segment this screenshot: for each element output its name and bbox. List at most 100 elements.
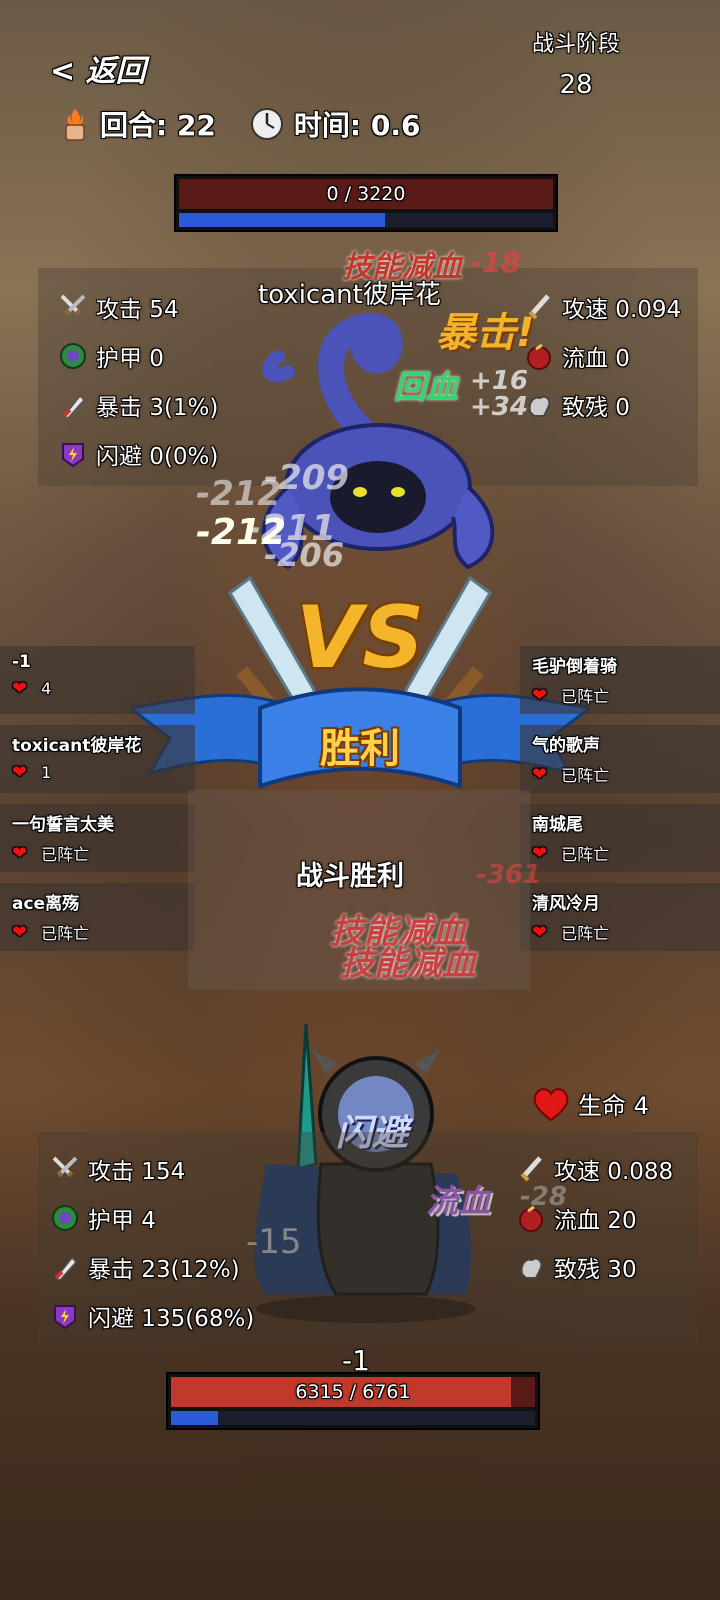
armor-icon <box>48 1201 82 1235</box>
member-status-text: 1 <box>41 763 52 782</box>
crit-icon <box>56 388 90 422</box>
stat-row: 闪避 0(0%) <box>56 437 218 471</box>
stat-row: 闪避 135(68%) <box>48 1299 254 1333</box>
time-label: 时间: 0.6 <box>293 109 421 142</box>
round-info: 回合: 22 时间: 0.6 <box>60 104 420 144</box>
stat-row: 致残 0 <box>522 388 630 422</box>
team-member-card[interactable]: toxicant彼岸花 ❤ 1 <box>0 725 195 793</box>
battle-result-text: 战斗胜利 <box>296 861 404 892</box>
combat-number: -206 <box>264 536 345 574</box>
stat-row: 流血 20 <box>514 1201 637 1235</box>
stat-label: 攻击 54 <box>96 297 179 323</box>
vs-text: VS <box>295 588 425 688</box>
stat-row: 致残 30 <box>514 1250 637 1284</box>
member-status-text: 已阵亡 <box>561 687 610 706</box>
clock-icon <box>250 107 284 141</box>
member-status: ❤ 已阵亡 <box>532 683 708 707</box>
stat-row: 攻击 154 <box>48 1152 185 1186</box>
heart-icon: ❤ <box>12 678 28 699</box>
stage-label: 战斗阶段 <box>531 32 620 57</box>
dodge-icon <box>48 1299 82 1333</box>
heart-icon: ❤ <box>12 762 28 783</box>
team-member-card[interactable]: 清风冷月 ❤ 已阵亡 <box>520 883 720 951</box>
back-button[interactable]: < 返回 <box>50 46 146 90</box>
stat-label: 致残 0 <box>562 395 630 421</box>
attack-speed-icon <box>514 1152 548 1186</box>
combat-text-heal: 回血 <box>394 368 459 406</box>
team-member-card[interactable]: 气的歌声 ❤ 已阵亡 <box>520 725 720 793</box>
sword-icon <box>56 290 90 324</box>
stat-label: 暴击 23(12%) <box>88 1257 240 1283</box>
team-member-card[interactable]: 一句誓言太美 ❤ 已阵亡 <box>0 804 195 872</box>
stat-row: 暴击 23(12%) <box>48 1250 240 1284</box>
heart-icon: ❤ <box>12 921 28 943</box>
stat-label: 闪避 0(0%) <box>96 444 219 470</box>
member-status-text: 4 <box>41 679 52 698</box>
stat-label: 闪避 135(68%) <box>88 1306 255 1332</box>
player-mana-fill <box>171 1411 219 1425</box>
round-label: 回合: 22 <box>100 109 216 142</box>
member-status: ❤ 4 <box>12 678 183 699</box>
member-status: ❤ 已阵亡 <box>532 762 708 786</box>
member-name: ace离殇 <box>12 894 80 914</box>
member-status: ❤ 已阵亡 <box>532 841 708 865</box>
member-name: 气的歌声 <box>532 736 600 756</box>
team-member-card[interactable]: 南城尾 ❤ 已阵亡 <box>520 804 720 872</box>
member-status: ❤ 已阵亡 <box>12 841 183 865</box>
member-status-text: 已阵亡 <box>41 845 90 864</box>
stat-row: 流血 0 <box>522 339 630 373</box>
member-status-text: 已阵亡 <box>561 766 610 785</box>
stat-row: 攻速 0.088 <box>514 1152 673 1186</box>
enemy-health-bar: 0 / 3220 <box>174 174 558 232</box>
combat-number: -18 <box>470 246 521 279</box>
member-status-text: 已阵亡 <box>41 924 90 943</box>
team-member-card[interactable]: -1 ❤ 4 <box>0 646 195 714</box>
cripple-icon <box>514 1250 548 1284</box>
player-hp-text: 6315 / 6761 <box>295 1381 411 1403</box>
stat-row: 护甲 0 <box>56 339 164 373</box>
team-member-card[interactable]: ace离殇 ❤ 已阵亡 <box>0 883 195 951</box>
heart-icon: ❤ <box>532 921 548 943</box>
combat-number: -361 <box>476 860 542 890</box>
stat-row: 护甲 4 <box>48 1201 156 1235</box>
team-member-card[interactable]: 毛驴倒着骑 ❤ 已阵亡 <box>520 646 720 714</box>
bleed-icon <box>514 1201 548 1235</box>
combat-number: +34 <box>470 392 528 422</box>
stat-row: 攻击 54 <box>56 290 179 324</box>
life-label: 生命 4 <box>578 1092 649 1120</box>
heart-icon: ❤ <box>12 842 28 864</box>
member-status-text: 已阵亡 <box>561 924 610 943</box>
crit-icon <box>48 1250 82 1284</box>
combat-text-crit: 暴击! <box>436 310 535 356</box>
player-life: 生命 4 <box>532 1086 649 1121</box>
member-name: 毛驴倒着骑 <box>532 657 617 677</box>
stage-value: 28 <box>559 70 593 100</box>
stat-label: 攻速 0.088 <box>554 1159 674 1185</box>
stat-label: 流血 0 <box>562 346 630 372</box>
stat-label: 攻击 154 <box>88 1159 186 1185</box>
enemy-hp-text: 0 / 3220 <box>326 183 406 205</box>
stat-label: 流血 20 <box>554 1208 637 1234</box>
heart-icon: ❤ <box>532 763 548 785</box>
armor-icon <box>56 339 90 373</box>
sword-icon <box>48 1152 82 1186</box>
member-name: 一句誓言太美 <box>12 815 114 835</box>
enemy-mana-fill <box>179 213 385 227</box>
combat-text-skill: 技能减血 <box>342 250 462 285</box>
member-name: toxicant彼岸花 <box>12 736 142 756</box>
member-status: ❤ 已阵亡 <box>532 920 708 944</box>
member-status-text: 已阵亡 <box>561 845 610 864</box>
player-health-bar: 6315 / 6761 <box>166 1372 540 1430</box>
stat-row: 暴击 3(1%) <box>56 388 218 422</box>
stat-label: 攻速 0.094 <box>562 297 682 323</box>
member-name: 清风冷月 <box>532 894 600 914</box>
stat-label: 致残 30 <box>554 1257 637 1283</box>
member-status: ❤ 1 <box>12 762 183 783</box>
member-name: 南城尾 <box>532 815 583 835</box>
combat-text-skill: 技能减血 <box>340 944 476 984</box>
victory-banner-text: 胜利 <box>320 726 400 772</box>
heart-icon: ❤ <box>532 684 548 706</box>
member-name: -1 <box>12 652 31 672</box>
stat-label: 护甲 0 <box>96 346 164 372</box>
dodge-icon <box>56 437 90 471</box>
